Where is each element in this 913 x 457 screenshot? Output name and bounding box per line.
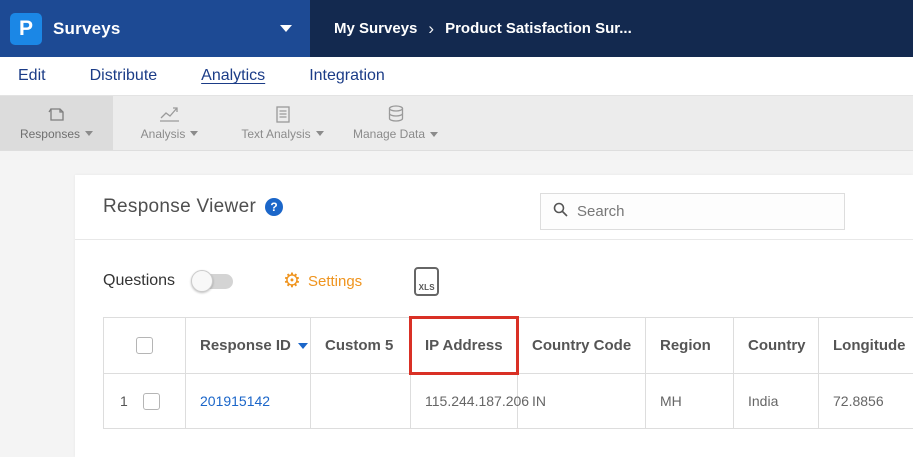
breadcrumb-my-surveys[interactable]: My Surveys [334,20,417,37]
breadcrumb: My Surveys › Product Satisfaction Sur... [310,0,913,57]
column-header-custom5: Custom 5 [310,317,411,374]
product-switcher[interactable]: P Surveys [0,0,310,57]
cell-custom5 [310,373,411,429]
search-icon [553,202,568,222]
gear-icon: ⚙ [283,270,301,292]
xls-icon: XLS [418,282,435,292]
toolbar-item-manage-data[interactable]: Manage Data [339,96,452,150]
content-area: Response Viewer ? Questions ⚙ Settings X… [0,151,913,457]
chevron-down-icon [430,131,439,137]
responses-table: Response ID Custom 5 IP Address Country … [103,316,913,429]
row-checkbox[interactable] [142,392,160,410]
table-row: 1 201915142 115.244.187.206 IN MH India … [103,373,913,429]
survey-nav-tabs: Edit Distribute Analytics Integration [0,57,913,96]
cell-country: India [733,373,819,429]
column-header-country-code: Country Code [517,317,646,374]
table-header-row: Response ID Custom 5 IP Address Country … [103,316,913,376]
analytics-toolbar: Responses Analysis Text Analysis Manage … [0,96,913,151]
toolbar-item-responses[interactable]: Responses [0,96,113,150]
column-header-response-id: Response ID [200,337,291,354]
response-viewer-panel: Response Viewer ? Questions ⚙ Settings X… [75,175,913,457]
line-chart-icon [159,106,180,123]
toolbar-item-label: Manage Data [352,127,426,141]
top-bar: P Surveys My Surveys › Product Satisfact… [0,0,913,57]
search-input[interactable] [577,203,817,220]
column-header-ip-address: IP Address [409,316,520,376]
breadcrumb-current-survey: Product Satisfaction Sur... [445,20,632,37]
page-title: Response Viewer [103,196,257,217]
tab-integration[interactable]: Integration [309,67,385,85]
export-xls-button[interactable]: XLS [414,266,440,296]
search-box [540,193,845,230]
responses-icon [47,106,67,123]
toggle-knob [191,269,214,292]
sort-caret-icon[interactable] [297,342,308,349]
settings-label: Settings [307,272,363,290]
toolbar-item-label: Responses [19,126,81,141]
tab-analytics[interactable]: Analytics [201,67,265,85]
settings-button[interactable]: ⚙ Settings [283,271,362,291]
toolbar-item-analysis[interactable]: Analysis [113,96,226,150]
chevron-down-icon [190,131,199,136]
questionpro-logo-icon: P [10,12,42,45]
chevron-down-icon [315,131,324,136]
breadcrumb-separator-icon: › [428,18,435,38]
divider [75,239,913,240]
select-all-checkbox[interactable] [136,337,153,355]
column-header-longitude: Longitude [818,317,913,374]
column-header-country: Country [733,317,819,374]
chevron-down-icon [85,131,94,136]
toolbar-item-label: Analysis [140,126,186,141]
row-number: 1 [120,393,128,409]
tab-distribute[interactable]: Distribute [90,67,158,85]
questions-label: Questions [103,272,176,289]
toolbar-item-text-analysis[interactable]: Text Analysis [226,96,339,150]
cell-region: MH [645,373,734,429]
help-icon[interactable]: ? [265,198,284,216]
toolbar-item-label: Text Analysis [241,126,311,141]
tab-edit[interactable]: Edit [18,67,46,85]
response-id-link[interactable]: 201915142 [200,393,270,409]
chevron-down-icon[interactable] [280,25,292,32]
questions-toggle[interactable] [191,269,234,292]
text-document-icon [275,105,291,123]
cell-country-code: IN [517,373,646,429]
cell-ip-address: 115.244.187.206 [410,373,529,429]
column-header-region: Region [645,317,734,374]
database-icon [387,105,405,123]
product-name: Surveys [53,18,121,38]
cell-longitude: 72.8856 [818,373,913,429]
